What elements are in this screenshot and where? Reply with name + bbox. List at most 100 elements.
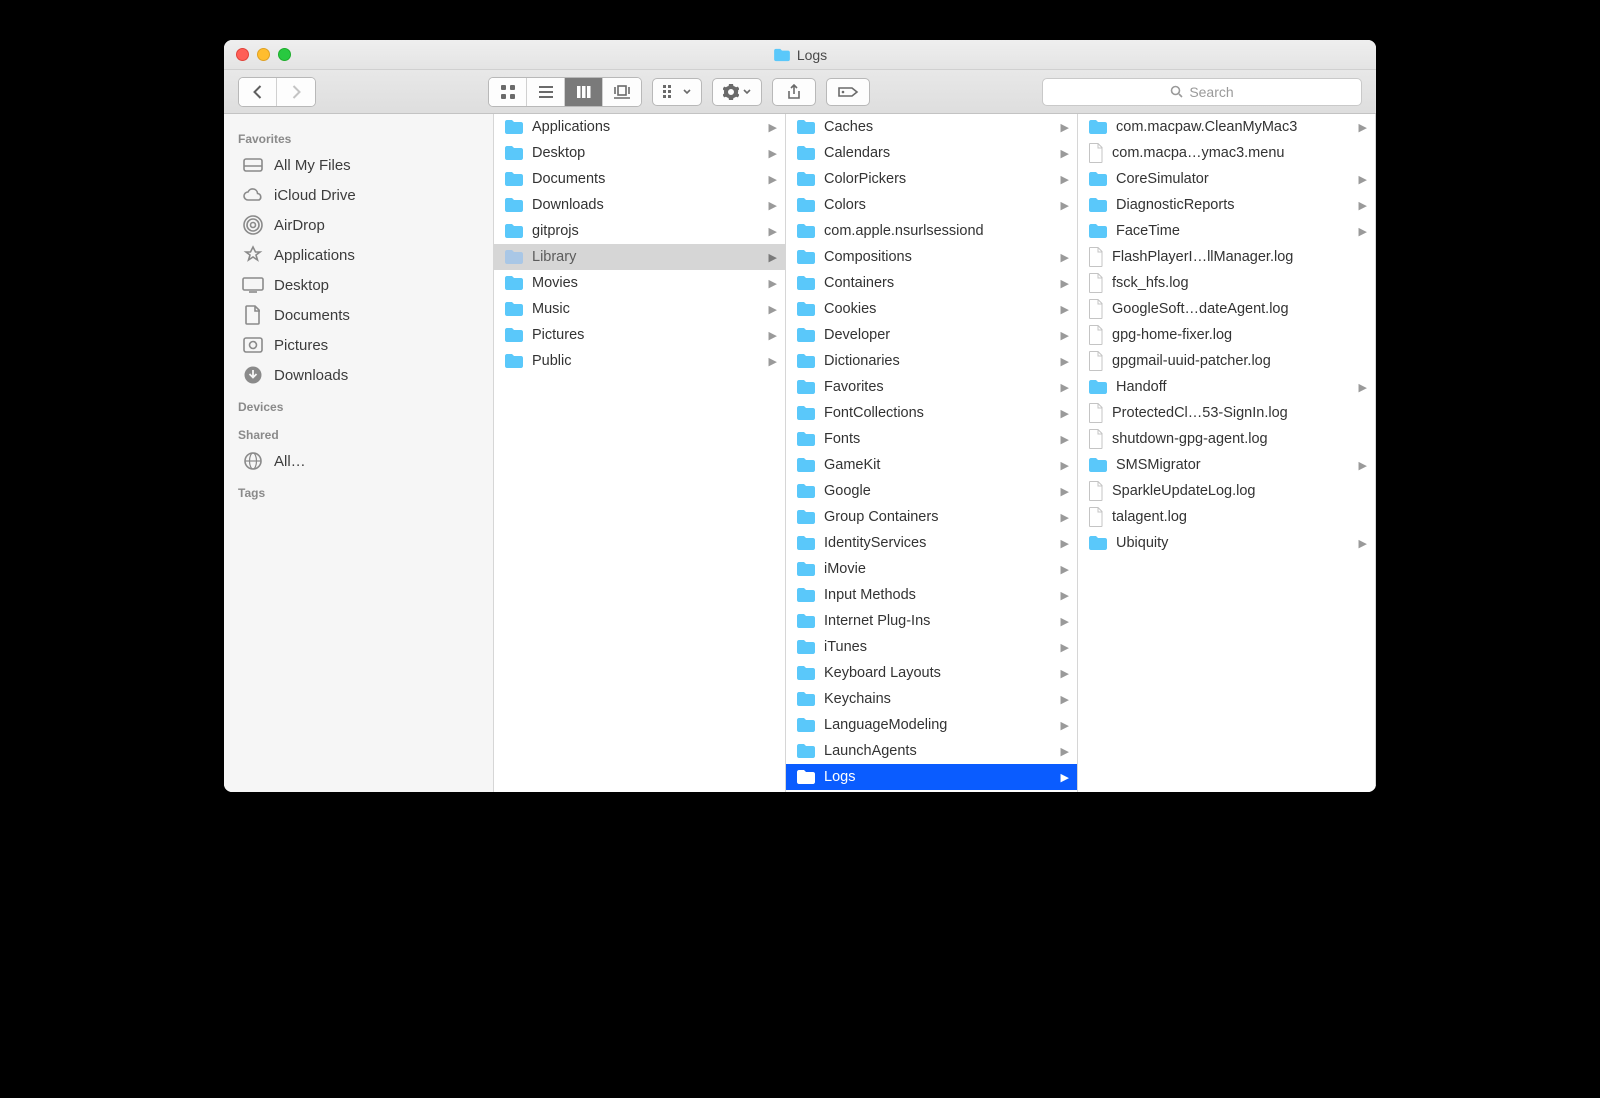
folder-row[interactable]: FaceTime▶ (1078, 218, 1375, 244)
folder-row[interactable]: Developer▶ (786, 322, 1077, 348)
folder-row[interactable]: Ubiquity▶ (1078, 530, 1375, 556)
folder-row[interactable]: Colors▶ (786, 192, 1077, 218)
back-button[interactable] (239, 78, 277, 106)
row-label: Handoff (1116, 379, 1349, 395)
folder-row[interactable]: Public▶ (494, 348, 785, 374)
file-row[interactable]: FlashPlayerI…llManager.log (1078, 244, 1375, 270)
file-row[interactable]: shutdown-gpg-agent.log (1078, 426, 1375, 452)
icloud-icon (242, 184, 264, 206)
file-row[interactable]: GoogleSoft…dateAgent.log (1078, 296, 1375, 322)
sidebar-section-header: Tags (224, 476, 493, 504)
folder-row[interactable]: Desktop▶ (494, 140, 785, 166)
row-label: Logs (824, 769, 1051, 785)
action-button[interactable] (712, 78, 762, 106)
folder-row[interactable]: Pictures▶ (494, 322, 785, 348)
sidebar-item-downloads[interactable]: Downloads (224, 360, 493, 390)
folder-row[interactable]: IdentityServices▶ (786, 530, 1077, 556)
folder-row[interactable]: Applications▶ (494, 114, 785, 140)
folder-icon (504, 249, 524, 265)
folder-row[interactable]: DiagnosticReports▶ (1078, 192, 1375, 218)
sidebar-item-documents[interactable]: Documents (224, 300, 493, 330)
row-label: Google (824, 483, 1051, 499)
row-label: LanguageModeling (824, 717, 1051, 733)
sidebar-item-all-[interactable]: All… (224, 446, 493, 476)
folder-row[interactable]: com.macpaw.CleanMyMac3▶ (1078, 114, 1375, 140)
column-2[interactable]: Caches▶Calendars▶ColorPickers▶Colors▶com… (786, 114, 1078, 792)
share-button[interactable] (772, 78, 816, 106)
icon-view-button[interactable] (489, 78, 527, 106)
folder-row[interactable]: SMSMigrator▶ (1078, 452, 1375, 478)
folder-row[interactable]: com.apple.nsurlsessiond (786, 218, 1077, 244)
row-label: GoogleSoft…dateAgent.log (1112, 301, 1349, 317)
coverflow-view-button[interactable] (603, 78, 641, 106)
minimize-window-button[interactable] (257, 48, 270, 61)
folder-row[interactable]: Containers▶ (786, 270, 1077, 296)
folder-row[interactable]: Favorites▶ (786, 374, 1077, 400)
tags-button[interactable] (826, 78, 870, 106)
sidebar-item-all-my-files[interactable]: All My Files (224, 150, 493, 180)
close-window-button[interactable] (236, 48, 249, 61)
folder-row[interactable]: Handoff▶ (1078, 374, 1375, 400)
folder-icon (796, 223, 816, 239)
sidebar-item-applications[interactable]: Applications (224, 240, 493, 270)
file-row[interactable]: com.macpa…ymac3.menu (1078, 140, 1375, 166)
arrange-button[interactable] (652, 78, 702, 106)
folder-row[interactable]: Logs▶ (786, 764, 1077, 790)
chevron-right-icon: ▶ (1059, 693, 1069, 706)
folder-row[interactable]: ColorPickers▶ (786, 166, 1077, 192)
folder-row[interactable]: Keyboard Layouts▶ (786, 660, 1077, 686)
folder-icon (796, 535, 816, 551)
column-view-button[interactable] (565, 78, 603, 106)
folder-row[interactable]: Music▶ (494, 296, 785, 322)
folder-row[interactable]: LanguageModeling▶ (786, 712, 1077, 738)
row-label: Containers (824, 275, 1051, 291)
folder-row[interactable]: FontCollections▶ (786, 400, 1077, 426)
folder-row[interactable]: Caches▶ (786, 114, 1077, 140)
folder-row[interactable]: GameKit▶ (786, 452, 1077, 478)
chevron-right-icon: ▶ (1059, 303, 1069, 316)
file-row[interactable]: ProtectedCl…53-SignIn.log (1078, 400, 1375, 426)
folder-row[interactable]: Cookies▶ (786, 296, 1077, 322)
column-1[interactable]: Applications▶Desktop▶Documents▶Downloads… (494, 114, 786, 792)
folder-row[interactable]: gitprojs▶ (494, 218, 785, 244)
folder-row[interactable]: Library▶ (494, 244, 785, 270)
folder-row[interactable]: iMovie▶ (786, 556, 1077, 582)
folder-row[interactable]: Dictionaries▶ (786, 348, 1077, 374)
chevron-right-icon: ▶ (1059, 563, 1069, 576)
folder-row[interactable]: Google▶ (786, 478, 1077, 504)
documents-icon (242, 304, 264, 326)
sidebar-item-pictures[interactable]: Pictures (224, 330, 493, 360)
column-3[interactable]: com.macpaw.CleanMyMac3▶ com.macpa…ymac3.m… (1078, 114, 1376, 792)
folder-row[interactable]: Documents▶ (494, 166, 785, 192)
chevron-right-icon: ▶ (1059, 173, 1069, 186)
folder-row[interactable]: Fonts▶ (786, 426, 1077, 452)
folder-row[interactable]: Compositions▶ (786, 244, 1077, 270)
folder-row[interactable]: Group Containers▶ (786, 504, 1077, 530)
folder-row[interactable]: Movies▶ (494, 270, 785, 296)
list-view-button[interactable] (527, 78, 565, 106)
downloads-icon (242, 364, 264, 386)
file-row[interactable]: talagent.log (1078, 504, 1375, 530)
sidebar-item-airdrop[interactable]: AirDrop (224, 210, 493, 240)
folder-row[interactable]: iTunes▶ (786, 634, 1077, 660)
sidebar-item-desktop[interactable]: Desktop (224, 270, 493, 300)
folder-row[interactable]: CoreSimulator▶ (1078, 166, 1375, 192)
search-input[interactable]: Search (1042, 78, 1362, 106)
zoom-window-button[interactable] (278, 48, 291, 61)
chevron-right-icon: ▶ (1059, 589, 1069, 602)
folder-row[interactable]: Input Methods▶ (786, 582, 1077, 608)
sidebar-item-icloud-drive[interactable]: iCloud Drive (224, 180, 493, 210)
forward-button[interactable] (277, 78, 315, 106)
folder-row[interactable]: Internet Plug-Ins▶ (786, 608, 1077, 634)
view-controls (488, 77, 870, 107)
folder-row[interactable]: LaunchAgents▶ (786, 738, 1077, 764)
folder-row[interactable]: Keychains▶ (786, 686, 1077, 712)
file-row[interactable]: SparkleUpdateLog.log (1078, 478, 1375, 504)
column-browser: Applications▶Desktop▶Documents▶Downloads… (494, 114, 1376, 792)
folder-row[interactable]: Calendars▶ (786, 140, 1077, 166)
row-label: com.macpa…ymac3.menu (1112, 145, 1349, 161)
file-row[interactable]: gpg-home-fixer.log (1078, 322, 1375, 348)
file-row[interactable]: gpgmail-uuid-patcher.log (1078, 348, 1375, 374)
file-row[interactable]: fsck_hfs.log (1078, 270, 1375, 296)
folder-row[interactable]: Downloads▶ (494, 192, 785, 218)
